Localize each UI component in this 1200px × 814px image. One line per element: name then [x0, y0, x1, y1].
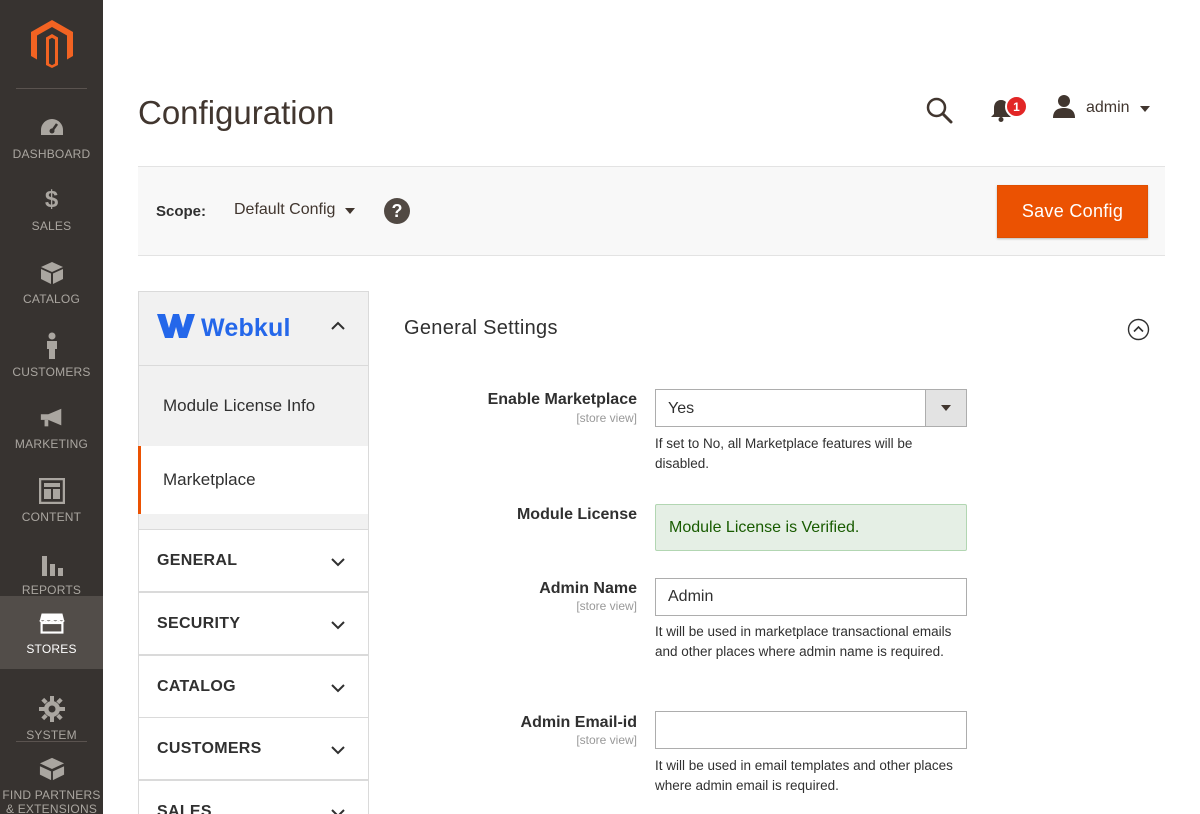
enable-marketplace-note: If set to No, all Marketplace features w…: [655, 436, 913, 471]
chevron-down-icon: [330, 805, 346, 814]
box-icon: [39, 260, 65, 286]
nav-item-marketing[interactable]: MARKETING: [0, 392, 103, 464]
tab-group-label: CUSTOMERS: [157, 739, 262, 757]
save-config-button[interactable]: Save Config: [997, 185, 1148, 238]
tab-module-license-info[interactable]: Module License Info: [138, 366, 369, 446]
nav-item-stores[interactable]: STORES: [0, 596, 103, 669]
nav-item-label: CUSTOMERS: [12, 365, 91, 379]
scope-label: Scope:: [156, 203, 207, 220]
admin-sidebar: DASHBOARD $ SALES CATALOG CUSTOMERS MARK…: [0, 0, 103, 814]
tab-divider: [138, 514, 369, 529]
user-icon: [1052, 94, 1076, 123]
nav-item-label: MARKETING: [14, 437, 89, 451]
magento-logo-icon: [30, 20, 73, 68]
admin-email-scope: [store view]: [576, 733, 637, 747]
gear-icon: [38, 696, 65, 722]
admin-email-note: It will be used in email templates and o…: [655, 758, 953, 793]
scope-switcher[interactable]: Default Config: [234, 201, 356, 219]
page-title: Configuration: [138, 94, 335, 131]
admin-name-scope: [store view]: [576, 599, 637, 613]
tab-group-security[interactable]: SECURITY: [138, 592, 369, 655]
dashboard-icon: [39, 115, 65, 141]
webkul-logo-icon: [157, 313, 195, 344]
chevron-down-icon: [330, 680, 346, 696]
nav-item-customers[interactable]: CUSTOMERS: [0, 320, 103, 392]
tab-group-label: SALES: [157, 802, 212, 814]
webkul-brand-name: Webkul: [201, 314, 291, 342]
megaphone-icon: [39, 405, 65, 431]
caret-down-icon: [345, 201, 356, 219]
tab-group-label: GENERAL: [157, 551, 238, 569]
nav-item-label: REPORTS: [21, 583, 82, 597]
license-verified-message: Module License is Verified.: [655, 504, 967, 551]
notification-badge[interactable]: 1: [1005, 95, 1028, 118]
tab-group-general[interactable]: GENERAL: [138, 529, 369, 592]
nav-item-sales[interactable]: $ SALES: [0, 174, 103, 246]
tab-group-sales[interactable]: SALES: [138, 780, 369, 814]
nav-item-label: CATALOG: [23, 292, 80, 306]
nav-item-label: FIND PARTNERS: [2, 788, 101, 802]
tab-group-catalog[interactable]: CATALOG: [138, 655, 369, 718]
nav-item-find-partners[interactable]: FIND PARTNERS & EXTENSIONS: [0, 752, 103, 814]
tab-marketplace[interactable]: Marketplace: [138, 446, 369, 514]
tab-webkul[interactable]: Webkul: [138, 291, 369, 366]
nav-item-dashboard[interactable]: DASHBOARD: [0, 102, 103, 174]
caret-down-icon: [925, 390, 966, 426]
nav-item-label: CONTENT: [21, 510, 82, 524]
tab-group-label: CATALOG: [157, 677, 236, 695]
nav-item-label: DASHBOARD: [12, 147, 91, 161]
chevron-up-icon: [330, 318, 346, 334]
nav-item-label: SALES: [31, 219, 72, 233]
enable-marketplace-value: Yes: [668, 400, 695, 417]
chevron-down-icon: [330, 742, 346, 758]
tab-group-customers[interactable]: CUSTOMERS: [138, 717, 369, 780]
admin-email-label: Admin Email-id: [520, 714, 637, 731]
magento-logo[interactable]: [0, 0, 103, 88]
scope-value: Default Config: [234, 201, 336, 218]
bar-chart-icon: [39, 551, 65, 577]
nav-item-label: STORES: [26, 641, 77, 656]
admin-name-input[interactable]: [655, 578, 967, 616]
enable-marketplace-scope: [store view]: [576, 411, 637, 425]
extensions-icon: [39, 756, 65, 782]
admin-name-note: It will be used in marketplace transacti…: [655, 624, 952, 659]
user-name: admin: [1086, 99, 1130, 116]
chevron-down-icon: [330, 554, 346, 570]
search-icon[interactable]: [925, 96, 953, 124]
nav-item-catalog[interactable]: CATALOG: [0, 247, 103, 319]
nav-divider: [16, 741, 87, 742]
person-icon: [39, 332, 65, 359]
nav-item-system[interactable]: SYSTEM: [0, 683, 103, 755]
admin-app: DASHBOARD $ SALES CATALOG CUSTOMERS MARK…: [0, 0, 1200, 814]
scope-bar: Scope: Default Config ? Save Config: [138, 166, 1165, 256]
enable-marketplace-select[interactable]: Yes: [655, 389, 967, 427]
user-menu[interactable]: admin: [1052, 94, 1150, 122]
module-license-label: Module License: [516, 506, 637, 523]
admin-email-input[interactable]: [655, 711, 967, 749]
enable-marketplace-label: Enable Marketplace: [487, 391, 637, 408]
caret-down-icon: [1139, 99, 1150, 117]
chevron-down-icon: [330, 617, 346, 633]
nav-item-label-line2: & EXTENSIONS: [5, 802, 98, 814]
store-icon: [38, 610, 65, 636]
nav-item-content[interactable]: CONTENT: [0, 465, 103, 537]
layout-icon: [38, 478, 65, 504]
help-icon[interactable]: ?: [384, 198, 410, 224]
nav-item-label: SYSTEM: [26, 728, 77, 742]
collapse-section-icon[interactable]: [1127, 318, 1150, 341]
admin-name-label: Admin Name: [539, 580, 637, 597]
dollar-icon: $: [44, 186, 59, 213]
nav-divider: [16, 88, 87, 89]
tab-group-label: SECURITY: [157, 614, 241, 632]
section-title[interactable]: General Settings: [404, 317, 558, 340]
